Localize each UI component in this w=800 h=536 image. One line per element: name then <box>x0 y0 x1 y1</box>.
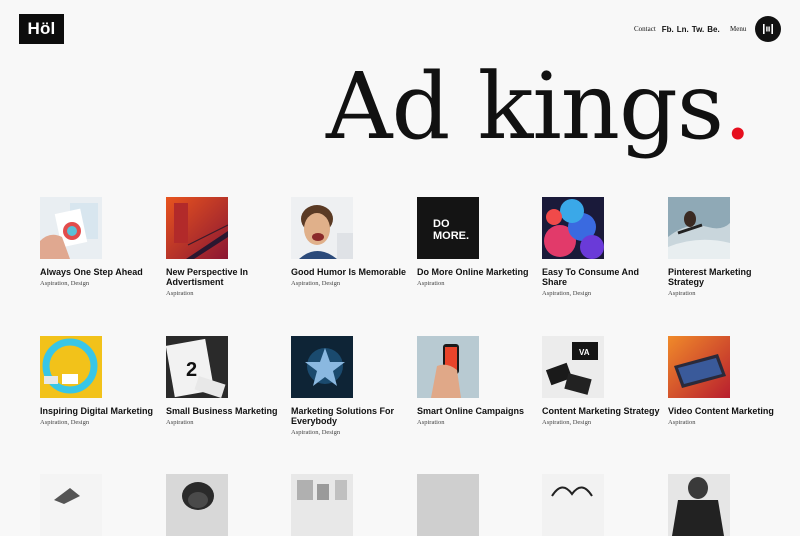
svg-text:MORE.: MORE. <box>433 230 469 242</box>
post-title[interactable]: Marketing Solutions For Everybody <box>291 406 411 426</box>
post-image[interactable] <box>668 474 730 536</box>
post-image[interactable]: DO MORE. <box>417 197 479 259</box>
facebook-link[interactable]: Fb. <box>662 25 674 34</box>
post-title[interactable]: Easy To Consume And Share <box>542 267 662 287</box>
post-tags[interactable]: Aspiration, Design <box>40 419 160 426</box>
post-card[interactable]: Always One Step Ahead Aspiration, Design <box>40 197 160 287</box>
post-image[interactable]: 2 <box>166 336 228 398</box>
svg-text:DO: DO <box>433 218 450 230</box>
post-image[interactable] <box>417 474 479 536</box>
post-title[interactable]: Smart Online Campaigns <box>417 406 537 416</box>
svg-text:2: 2 <box>186 359 197 381</box>
post-tags[interactable]: Aspiration, Design <box>291 280 411 287</box>
page-title: Ad kings. <box>326 52 752 162</box>
post-tags[interactable]: Aspiration <box>417 419 537 426</box>
post-card[interactable] <box>668 474 788 536</box>
linkedin-link[interactable]: Ln. <box>677 25 689 34</box>
post-tags[interactable]: Aspiration, Design <box>40 280 160 287</box>
post-title[interactable]: Good Humor Is Memorable <box>291 267 411 277</box>
post-title[interactable]: Always One Step Ahead <box>40 267 160 277</box>
post-card[interactable]: DO MORE. Do More Online Marketing Aspira… <box>417 197 537 287</box>
post-tags[interactable]: Aspiration, Design <box>542 290 662 297</box>
post-title[interactable]: Video Content Marketing <box>668 406 788 416</box>
post-card[interactable] <box>291 474 411 536</box>
post-title[interactable]: Pinterest Marketing Strategy <box>668 267 788 287</box>
post-card[interactable]: Inspiring Digital Marketing Aspiration, … <box>40 336 160 426</box>
post-card[interactable] <box>542 474 662 536</box>
post-image[interactable] <box>542 197 604 259</box>
post-card[interactable] <box>40 474 160 536</box>
post-title[interactable]: New Perspective In Advertisment <box>166 267 286 287</box>
post-tags[interactable]: Aspiration <box>166 290 286 297</box>
post-card[interactable]: 2 Small Business Marketing Aspiration <box>166 336 286 426</box>
post-image[interactable] <box>291 474 353 536</box>
menu-icon <box>763 24 773 34</box>
behance-link[interactable]: Be. <box>707 25 719 34</box>
menu-label[interactable]: Menu <box>730 25 746 33</box>
hero-title: Ad kings <box>326 53 724 160</box>
post-tags[interactable]: Aspiration <box>166 419 286 426</box>
post-title[interactable]: Small Business Marketing <box>166 406 286 416</box>
post-title[interactable]: Inspiring Digital Marketing <box>40 406 160 416</box>
post-image[interactable] <box>40 197 102 259</box>
post-card[interactable]: Marketing Solutions For Everybody Aspira… <box>291 336 411 436</box>
logo[interactable]: Höl <box>19 14 64 44</box>
post-image[interactable] <box>40 474 102 536</box>
post-image[interactable] <box>291 336 353 398</box>
post-image[interactable] <box>166 474 228 536</box>
top-nav: Contact Fb. Ln. Tw. Be. <box>634 22 723 36</box>
post-card[interactable]: Good Humor Is Memorable Aspiration, Desi… <box>291 197 411 287</box>
post-card[interactable]: Easy To Consume And Share Aspiration, De… <box>542 197 662 297</box>
post-tags[interactable]: Aspiration <box>417 280 537 287</box>
svg-text:VA: VA <box>579 348 590 357</box>
post-image[interactable] <box>166 197 228 259</box>
post-tags[interactable]: Aspiration, Design <box>542 419 662 426</box>
post-image[interactable] <box>40 336 102 398</box>
post-image[interactable] <box>291 197 353 259</box>
post-card[interactable]: New Perspective In Advertisment Aspirati… <box>166 197 286 297</box>
post-tags[interactable]: Aspiration <box>668 290 788 297</box>
post-image[interactable] <box>417 336 479 398</box>
post-image[interactable] <box>668 197 730 259</box>
post-card[interactable]: VA Content Marketing Strategy Aspiration… <box>542 336 662 426</box>
hero-dot: . <box>723 53 752 160</box>
post-title[interactable]: Content Marketing Strategy <box>542 406 662 416</box>
post-card[interactable]: Video Content Marketing Aspiration <box>668 336 788 426</box>
post-title[interactable]: Do More Online Marketing <box>417 267 537 277</box>
post-image[interactable]: VA <box>542 336 604 398</box>
post-tags[interactable]: Aspiration <box>668 419 788 426</box>
post-tags[interactable]: Aspiration, Design <box>291 429 411 436</box>
post-card[interactable] <box>166 474 286 536</box>
post-image[interactable] <box>542 474 604 536</box>
post-card[interactable]: Pinterest Marketing Strategy Aspiration <box>668 197 788 297</box>
contact-link[interactable]: Contact <box>634 25 656 33</box>
menu-button[interactable] <box>755 16 781 42</box>
post-image[interactable] <box>668 336 730 398</box>
post-card[interactable]: Smart Online Campaigns Aspiration <box>417 336 537 426</box>
twitter-link[interactable]: Tw. <box>692 25 704 34</box>
post-card[interactable] <box>417 474 537 536</box>
